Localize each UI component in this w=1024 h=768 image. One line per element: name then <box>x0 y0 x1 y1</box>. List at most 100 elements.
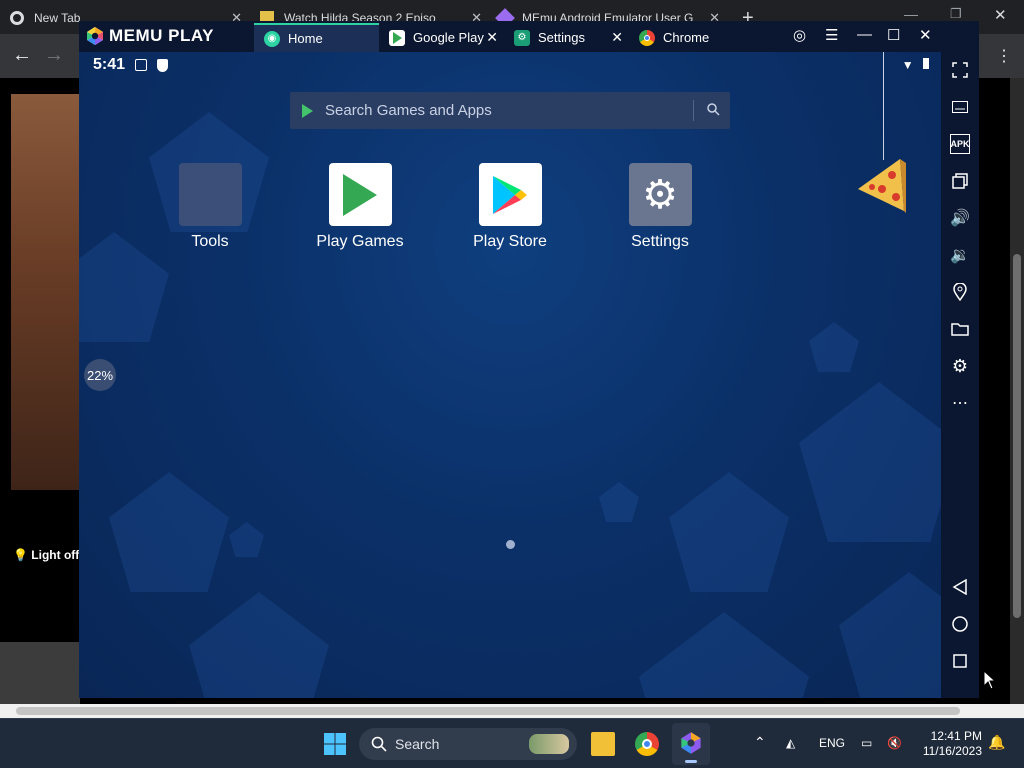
language-indicator[interactable]: ENG <box>819 736 845 750</box>
memu-title-bar: MEMU PLAY ◉ Home Google Play ✕ ⚙ Setting… <box>79 21 979 52</box>
maximize-icon[interactable]: ☐ <box>887 26 900 44</box>
bg-pentagon <box>79 232 169 342</box>
volume-up-icon[interactable]: 🔊 <box>950 208 970 228</box>
notification-a-icon <box>135 59 148 71</box>
app-label: Play Store <box>473 233 547 250</box>
bg-pentagon <box>109 472 229 592</box>
settings-gear-icon: ⚙ <box>628 163 692 226</box>
status-bar: 5:41 <box>93 56 169 74</box>
recents-icon[interactable] <box>950 651 970 671</box>
search-icon[interactable] <box>706 102 720 116</box>
page-panel <box>0 642 80 704</box>
divider <box>693 100 694 121</box>
search-bar[interactable]: Search Games and Apps <box>290 92 730 129</box>
shield-icon <box>157 58 169 72</box>
tools-folder-icon <box>178 163 242 226</box>
home-icon[interactable] <box>950 614 970 634</box>
bulb-icon: 💡 <box>13 548 28 562</box>
keyboard-icon[interactable] <box>950 97 970 117</box>
app-play-store[interactable]: Play Store <box>460 163 560 251</box>
more-icon[interactable]: ⋯ <box>950 393 970 413</box>
settings-icon[interactable]: ⚙ <box>950 356 970 376</box>
forward-arrow-icon[interactable]: → <box>44 44 64 67</box>
play-games-icon <box>328 163 392 226</box>
video-thumbnail <box>11 94 81 490</box>
clock-date: 11/16/2023 <box>922 744 982 758</box>
tab-home[interactable]: ◉ Home <box>254 23 379 52</box>
volume-down-icon[interactable]: 🔉 <box>950 245 970 265</box>
memu-window: MEMU PLAY ◉ Home Google Play ✕ ⚙ Setting… <box>79 21 979 698</box>
close-icon[interactable]: ✕ <box>486 29 498 46</box>
close-window-icon[interactable]: ✕ <box>994 6 1007 24</box>
folder-icon[interactable] <box>950 319 970 339</box>
chevron-up-icon[interactable]: ⌃ <box>754 734 766 751</box>
search-placeholder: Search Games and Apps <box>325 102 492 119</box>
scroll-corner <box>1010 704 1024 718</box>
notification-bell-icon[interactable]: 🔔 <box>988 734 1005 751</box>
display-icon[interactable]: ▭ <box>861 736 872 750</box>
menu-kebab-icon[interactable]: ⋮ <box>996 46 1012 66</box>
apk-icon[interactable]: APK <box>950 134 970 154</box>
horizontal-scrollbar[interactable] <box>0 704 1010 718</box>
location-icon[interactable] <box>950 282 970 302</box>
light-off-label: Light off <box>31 548 80 562</box>
chrome-tab-icon <box>639 29 655 46</box>
back-icon[interactable] <box>950 577 970 597</box>
wifi-icon: ▼ <box>901 58 914 72</box>
close-icon[interactable]: ✕ <box>611 29 623 46</box>
home-tab-icon: ◉ <box>264 30 280 47</box>
search-highlight-icon <box>529 734 569 754</box>
app-play-games[interactable]: Play Games <box>310 163 410 251</box>
tab-google-play[interactable]: Google Play ✕ <box>379 23 504 52</box>
play-store-tab-icon <box>389 29 405 46</box>
minimize-icon[interactable]: — <box>904 6 918 22</box>
scroll-thumb[interactable] <box>16 707 960 715</box>
back-arrow-icon[interactable]: ← <box>12 44 32 67</box>
memu-sidebar: APK 🔊 🔉 ⚙ ⋯ <box>941 21 979 698</box>
bg-pentagon <box>799 382 941 542</box>
clock-time: 12:41 PM <box>930 729 982 743</box>
fullscreen-icon[interactable] <box>950 60 970 80</box>
status-time: 5:41 <box>93 56 126 73</box>
maximize-icon[interactable]: ❐ <box>950 6 962 22</box>
app-label: Play Games <box>316 233 404 250</box>
memu-taskbar-button[interactable] <box>672 723 710 765</box>
volume-muted-icon[interactable]: 🔇 <box>887 736 902 750</box>
app-label: Tools <box>191 233 229 250</box>
light-off-button[interactable]: 💡 Light off <box>13 548 79 562</box>
bg-pentagon <box>839 572 941 698</box>
tab-settings[interactable]: ⚙ Settings ✕ <box>504 23 629 52</box>
progress-indicator[interactable]: 22% <box>84 359 116 391</box>
vertical-scrollbar[interactable] <box>1010 78 1024 704</box>
tab-label: Google Play <box>413 30 484 45</box>
network-icon[interactable]: ◭ <box>786 736 795 750</box>
account-icon[interactable]: ◎ <box>793 26 806 44</box>
menu-icon[interactable]: ☰ <box>825 26 838 44</box>
mouse-cursor-icon <box>983 670 997 690</box>
chrome-icon <box>10 11 24 25</box>
search-label: Search <box>395 736 440 752</box>
minimize-icon[interactable]: — <box>857 26 872 43</box>
windows-start-icon[interactable] <box>323 732 347 756</box>
bg-pentagon <box>669 472 789 592</box>
scroll-thumb[interactable] <box>1013 254 1021 618</box>
app-tools[interactable]: Tools <box>160 163 260 251</box>
taskbar: Search ⌃ ◭ ENG ▭ 🔇 12:41 PM 11/16/2023 🔔 <box>0 718 1024 768</box>
close-icon[interactable]: ✕ <box>919 26 932 44</box>
file-explorer-icon[interactable] <box>591 732 615 756</box>
tab-chrome[interactable]: Chrome <box>629 23 754 52</box>
taskbar-search[interactable]: Search <box>359 728 577 760</box>
pizza-string <box>883 52 884 160</box>
pizza-icon[interactable] <box>854 157 906 215</box>
clock[interactable]: 12:41 PM 11/16/2023 <box>916 729 982 759</box>
tab-label: New Tab <box>34 11 81 25</box>
tab-label: Home <box>288 31 323 46</box>
active-indicator <box>685 760 697 763</box>
memu-taskbar-icon <box>681 732 701 754</box>
app-settings[interactable]: ⚙ Settings <box>610 163 710 251</box>
bg-pentagon <box>809 322 859 372</box>
multi-instance-icon[interactable] <box>950 171 970 191</box>
search-icon <box>371 736 387 752</box>
chrome-taskbar-icon[interactable] <box>635 732 659 756</box>
bg-pentagon <box>229 522 264 557</box>
